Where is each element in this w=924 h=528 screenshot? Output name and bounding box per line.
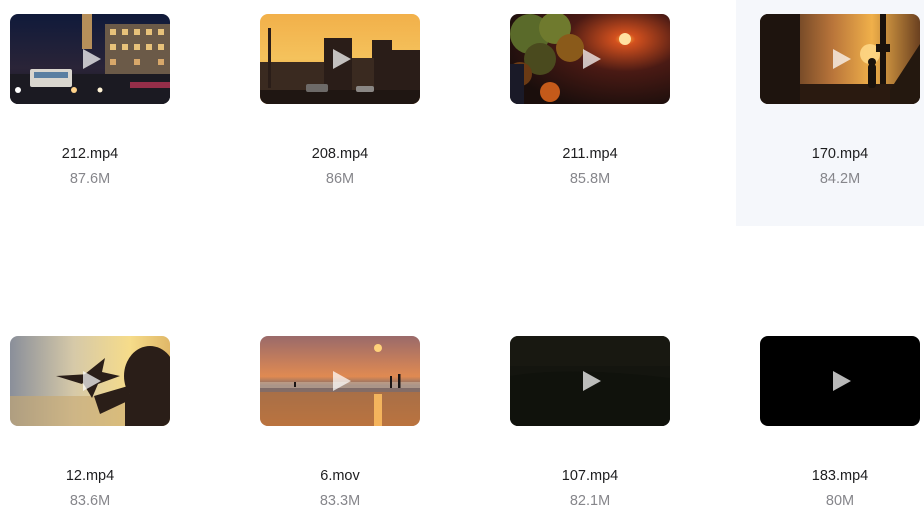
video-item[interactable]: 183.mp4 80M	[736, 322, 924, 528]
file-name: 183.mp4	[811, 468, 869, 484]
play-icon	[833, 49, 851, 69]
video-thumbnail[interactable]	[10, 336, 170, 426]
video-thumbnail[interactable]	[260, 336, 420, 426]
video-thumbnail[interactable]	[260, 14, 420, 104]
video-item[interactable]: 211.mp4 85.8M	[486, 0, 674, 226]
video-thumbnail[interactable]	[510, 336, 670, 426]
play-icon	[83, 371, 101, 391]
play-icon	[583, 371, 601, 391]
video-thumbnail[interactable]	[760, 14, 920, 104]
file-size: 80M	[825, 493, 855, 509]
video-item[interactable]: 107.mp4 82.1M	[486, 322, 674, 528]
video-item[interactable]: 208.mp4 86M	[236, 0, 424, 226]
file-size: 85.8M	[569, 171, 611, 187]
file-size: 83.3M	[319, 493, 361, 509]
play-icon	[583, 49, 601, 69]
video-thumbnail[interactable]	[10, 14, 170, 104]
file-name: 208.mp4	[311, 146, 369, 162]
video-thumbnail[interactable]	[510, 14, 670, 104]
play-icon	[83, 49, 101, 69]
file-name: 6.mov	[320, 468, 360, 484]
file-size: 83.6M	[69, 493, 111, 509]
file-name: 170.mp4	[811, 146, 869, 162]
file-size: 82.1M	[569, 493, 611, 509]
file-name: 107.mp4	[561, 468, 619, 484]
video-thumbnail[interactable]	[760, 336, 920, 426]
video-file-grid: 212.mp4 87.6M 208.mp4 86M 211.mp4 85.8M …	[0, 0, 924, 528]
play-icon	[333, 371, 351, 391]
file-size: 84.2M	[819, 171, 861, 187]
file-name: 12.mp4	[65, 468, 115, 484]
file-name: 211.mp4	[562, 146, 618, 162]
play-icon	[833, 371, 851, 391]
video-item[interactable]: 212.mp4 87.6M	[0, 0, 174, 226]
video-item[interactable]: 6.mov 83.3M	[236, 322, 424, 528]
file-size: 87.6M	[69, 171, 111, 187]
video-item[interactable]: 170.mp4 84.2M	[736, 0, 924, 226]
file-size: 86M	[325, 171, 355, 187]
video-item[interactable]: 12.mp4 83.6M	[0, 322, 174, 528]
file-name: 212.mp4	[61, 146, 119, 162]
play-icon	[333, 49, 351, 69]
